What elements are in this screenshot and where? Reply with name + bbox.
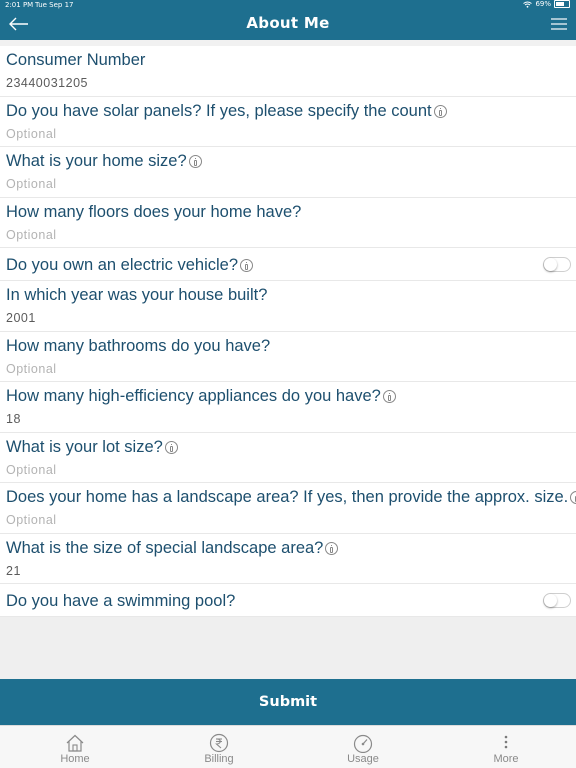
field-value[interactable]: 21 — [6, 564, 21, 578]
tab-home-label: Home — [60, 753, 90, 765]
info-icon[interactable] — [164, 440, 178, 454]
field-question: How many high-efficiency appliances do y… — [6, 387, 396, 406]
field-question: How many floors does your home have? — [6, 203, 301, 222]
field-question-text: What is your lot size? — [6, 437, 163, 456]
info-icon[interactable] — [240, 259, 254, 272]
field-question: What is the size of special landscape ar… — [6, 538, 339, 558]
form-field-row[interactable]: What is the size of special landscape ar… — [0, 534, 576, 584]
field-question-text: What is the size of special landscape ar… — [6, 538, 324, 557]
tab-billing-label: Billing — [204, 753, 234, 765]
form-field-row[interactable]: What is your lot size? Optional — [0, 433, 576, 483]
info-icon[interactable] — [570, 491, 576, 504]
status-bar: 2:01 PM Tue Sep 17 69% — [0, 0, 576, 11]
battery-fill — [556, 2, 564, 6]
field-question: Does your home has a landscape area? If … — [6, 488, 576, 507]
form-field-row[interactable]: What is your home size? Optional — [0, 147, 576, 198]
field-placeholder[interactable]: Optional — [6, 177, 57, 191]
field-question-text: Does your home has a landscape area? If … — [6, 488, 569, 506]
tab-usage-label: Usage — [347, 753, 379, 765]
field-question-text: How many bathrooms do you have? — [6, 336, 271, 355]
field-value[interactable]: 2001 — [6, 311, 36, 325]
about-me-form: Consumer Number 23440031205 Do you have so… — [0, 46, 576, 617]
field-placeholder[interactable]: Optional — [6, 513, 57, 527]
field-question-text: Consumer Number — [6, 51, 146, 69]
toggle-switch[interactable] — [543, 257, 571, 272]
status-right: 69% — [523, 0, 570, 8]
hamburger-menu-icon[interactable] — [550, 16, 568, 32]
tab-home[interactable]: Home — [25, 726, 125, 768]
field-value[interactable]: 23440031205 — [6, 76, 88, 90]
wifi-icon — [523, 1, 533, 8]
form-field-row[interactable]: How many floors does your home have? Opti… — [0, 198, 576, 248]
status-time: 2:01 PM — [5, 1, 34, 9]
field-placeholder[interactable]: Optional — [6, 362, 57, 376]
status-date: Tue Sep 17 — [35, 1, 74, 9]
header-bar: 2:01 PM Tue Sep 17 69% About Me — [0, 0, 576, 40]
tab-more-label: More — [493, 753, 519, 765]
toggle-row: Do you have a swimming pool? — [0, 584, 576, 617]
tab-more[interactable]: More — [456, 726, 556, 768]
gauge-icon — [353, 734, 373, 753]
bottom-tab-bar: Home Billing Usage More — [0, 725, 576, 768]
field-question: How many bathrooms do you have? — [6, 337, 270, 356]
field-value[interactable]: 18 — [6, 412, 21, 426]
toggle-knob — [544, 258, 557, 271]
tab-billing[interactable]: Billing — [169, 726, 269, 768]
page-title: About Me — [246, 14, 330, 32]
more-vertical-icon — [504, 735, 508, 749]
battery-percent: 69% — [535, 0, 551, 8]
field-placeholder[interactable]: Optional — [6, 463, 57, 477]
form-field-row[interactable]: How many high-efficiency appliances do y… — [0, 382, 576, 433]
home-icon — [66, 734, 84, 752]
form-field-row[interactable]: Do you have solar panels? If yes, please… — [0, 97, 576, 147]
field-placeholder[interactable]: Optional — [6, 228, 57, 242]
form-field-row[interactable]: Does your home has a landscape area? If … — [0, 483, 576, 534]
field-question-text: Do you own an electric vehicle? — [6, 256, 239, 274]
form-field-row[interactable]: How many bathrooms do you have? Optional — [0, 332, 576, 382]
field-question: Do you have solar panels? If yes, please… — [6, 102, 447, 121]
battery-icon — [554, 0, 570, 8]
field-question-text: In which year was your house built? — [6, 286, 268, 304]
field-question-text: What is your home size? — [6, 152, 187, 170]
field-question: Do you own an electric vehicle? — [6, 256, 254, 275]
tab-usage[interactable]: Usage — [313, 726, 413, 768]
toggle-knob — [544, 594, 557, 607]
field-question: What is your home size? — [6, 152, 202, 171]
about-me-screen: 2:01 PM Tue Sep 17 69% About Me Consumer… — [0, 0, 576, 768]
info-icon[interactable] — [433, 104, 447, 118]
toggle-row: Do you own an electric vehicle? — [0, 248, 576, 281]
toggle-switch[interactable] — [543, 593, 571, 608]
form-field-row[interactable]: In which year was your house built? 2001 — [0, 281, 576, 332]
field-placeholder[interactable]: Optional — [6, 127, 57, 141]
info-icon[interactable] — [188, 155, 202, 168]
field-question: What is your lot size? — [6, 438, 178, 457]
field-question: In which year was your house built? — [6, 286, 267, 305]
field-question-text: How many floors does your home have? — [6, 202, 302, 221]
field-question: Do you have a swimming pool? — [6, 592, 235, 611]
form-field-row[interactable]: Consumer Number 23440031205 — [0, 46, 576, 97]
field-question-text: Do you have a swimming pool? — [6, 592, 236, 610]
info-icon[interactable] — [325, 541, 339, 555]
field-question-text: Do you have solar panels? If yes, please… — [6, 101, 432, 120]
field-question: Consumer Number — [6, 51, 145, 70]
rupee-icon — [209, 733, 229, 753]
submit-button[interactable]: Submit — [0, 679, 576, 725]
field-question-text: How many high-efficiency appliances do y… — [6, 387, 381, 405]
info-icon[interactable] — [382, 390, 396, 403]
